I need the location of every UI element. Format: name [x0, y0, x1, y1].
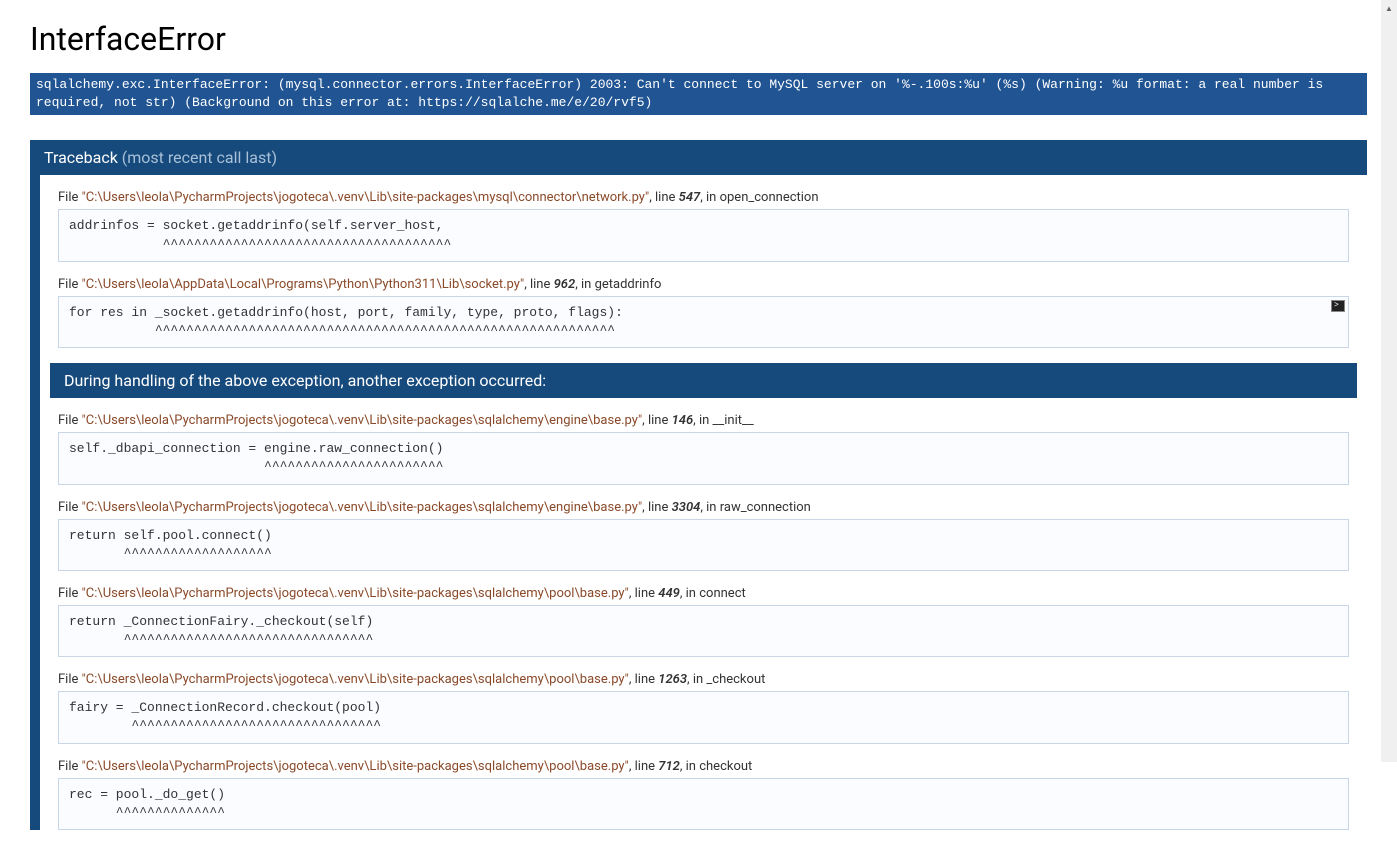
file-line: File "C:\Users\leola\PycharmProjects\jog… [58, 672, 1349, 687]
function-name: connect [699, 586, 746, 601]
function-name: _checkout [706, 672, 765, 687]
file-line: File "C:\Users\leola\PycharmProjects\jog… [58, 190, 1349, 205]
file-path: "C:\Users\leola\PycharmProjects\jogoteca… [82, 672, 629, 687]
file-line: File "C:\Users\leola\PycharmProjects\jog… [58, 586, 1349, 601]
file-path: "C:\Users\leola\PycharmProjects\jogoteca… [82, 586, 629, 601]
code-snippet: rec = pool._do_get() ^^^^^^^^^^^^^^ [58, 778, 1349, 830]
traceback-title: Traceback [44, 148, 118, 167]
file-line: File "C:\Users\leola\PycharmProjects\jog… [58, 413, 1349, 428]
function-name: __init__ [713, 413, 754, 428]
code-snippet: fairy = _ConnectionRecord.checkout(pool)… [58, 691, 1349, 743]
file-line: File "C:\Users\leola\PycharmProjects\jog… [58, 759, 1349, 774]
console-icon[interactable] [1331, 300, 1345, 312]
line-number: 146 [672, 413, 694, 428]
code-snippet: return self.pool.connect() ^^^^^^^^^^^^^… [58, 519, 1349, 571]
traceback-frame[interactable]: File "C:\Users\leola\PycharmProjects\jog… [58, 413, 1349, 484]
line-number: 962 [554, 277, 576, 292]
traceback-frame[interactable]: File "C:\Users\leola\AppData\Local\Progr… [58, 277, 1349, 348]
context-banner: During handling of the above exception, … [50, 363, 1357, 398]
file-path: "C:\Users\leola\AppData\Local\Programs\P… [82, 277, 525, 292]
line-number: 449 [658, 586, 680, 601]
error-message: sqlalchemy.exc.InterfaceError: (mysql.co… [30, 73, 1367, 115]
function-name: open_connection [720, 190, 819, 205]
traceback-frame[interactable]: File "C:\Users\leola\PycharmProjects\jog… [58, 586, 1349, 657]
code-snippet: for res in _socket.getaddrinfo(host, por… [58, 296, 1349, 348]
file-line: File "C:\Users\leola\PycharmProjects\jog… [58, 500, 1349, 515]
traceback-frame[interactable]: File "C:\Users\leola\PycharmProjects\jog… [58, 500, 1349, 571]
code-snippet: self._dbapi_connection = engine.raw_conn… [58, 432, 1349, 484]
file-line: File "C:\Users\leola\AppData\Local\Progr… [58, 277, 1349, 292]
line-number: 3304 [672, 500, 701, 515]
scroll-up-arrow-icon[interactable]: ▲ [1381, 0, 1397, 16]
file-path: "C:\Users\leola\PycharmProjects\jogoteca… [82, 759, 629, 774]
line-number: 547 [679, 190, 701, 205]
line-number: 712 [658, 759, 680, 774]
file-path: "C:\Users\leola\PycharmProjects\jogoteca… [82, 500, 643, 515]
file-path: "C:\Users\leola\PycharmProjects\jogoteca… [82, 413, 643, 428]
function-name: raw_connection [720, 500, 811, 515]
function-name: getaddrinfo [595, 277, 662, 292]
traceback-frame[interactable]: File "C:\Users\leola\PycharmProjects\jog… [58, 672, 1349, 743]
line-number: 1263 [658, 672, 687, 687]
traceback-frame[interactable]: File "C:\Users\leola\PycharmProjects\jog… [58, 190, 1349, 261]
function-name: checkout [699, 759, 752, 774]
traceback-subtitle: (most recent call last) [122, 148, 277, 167]
traceback-frame[interactable]: File "C:\Users\leola\PycharmProjects\jog… [58, 759, 1349, 830]
page-title: InterfaceError [30, 20, 1367, 58]
file-path: "C:\Users\leola\PycharmProjects\jogoteca… [82, 190, 650, 205]
code-snippet: addrinfos = socket.getaddrinfo(self.serv… [58, 209, 1349, 261]
traceback-header: Traceback (most recent call last) [30, 140, 1367, 175]
vertical-scrollbar[interactable]: ▲ [1381, 0, 1397, 762]
code-snippet: return _ConnectionFairy._checkout(self) … [58, 605, 1349, 657]
